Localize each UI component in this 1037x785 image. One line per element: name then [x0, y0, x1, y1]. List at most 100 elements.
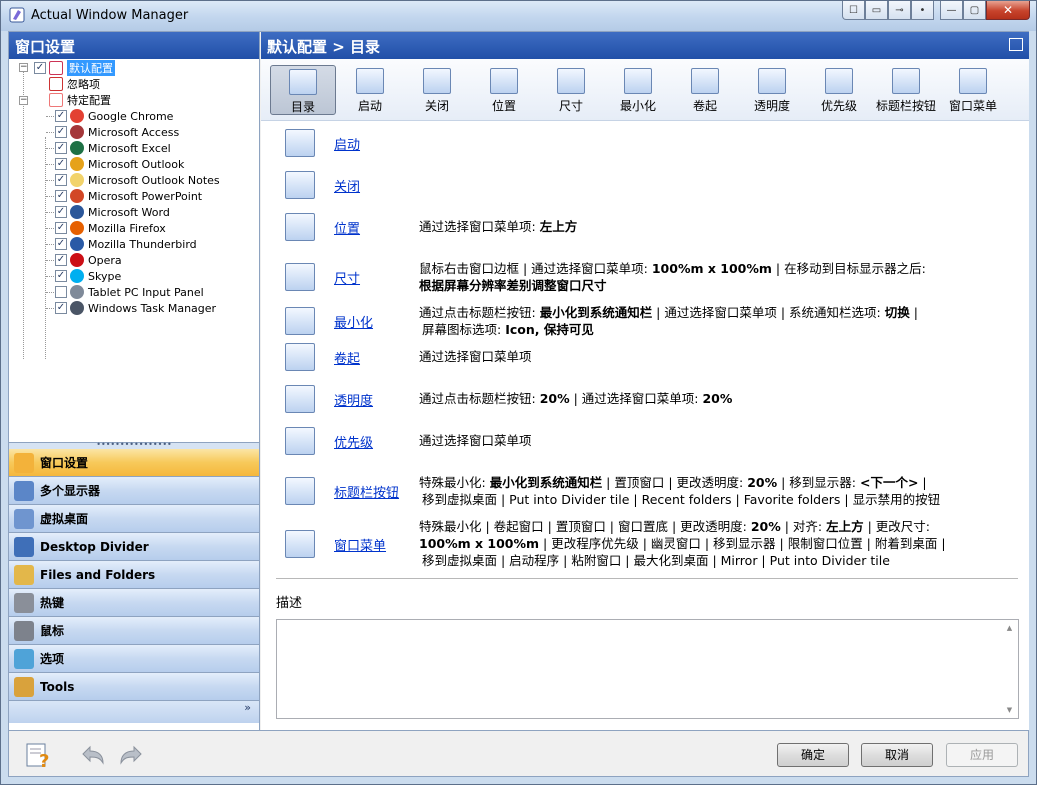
minimize-button[interactable]: — — [940, 1, 963, 20]
redo-icon[interactable] — [117, 744, 145, 766]
tree-item-app[interactable]: ✓ Mozilla Thunderbird — [46, 236, 197, 252]
app-checkbox[interactable]: ✓ — [55, 238, 67, 250]
titlebar-extra-button-1[interactable]: ☐ — [842, 1, 865, 20]
nav-item[interactable]: Desktop Divider — [9, 533, 259, 561]
tree-item-app[interactable]: ✓ Microsoft Word — [46, 204, 170, 220]
app-label: Windows Task Manager — [88, 301, 217, 315]
tree-item-app[interactable]: ✓ Microsoft Outlook — [46, 156, 184, 172]
tree-item-default[interactable]: ✓ 默认配置 — [34, 60, 115, 76]
restore-pane-icon[interactable] — [1009, 38, 1023, 51]
more-buttons-chevron[interactable]: » — [9, 701, 259, 723]
help-icon[interactable]: ? — [25, 741, 53, 769]
nav-item[interactable]: 窗口设置 — [9, 449, 259, 477]
tree-item-specific[interactable]: 特定配置 — [49, 92, 111, 108]
app-checkbox[interactable]: ✓ — [55, 206, 67, 218]
toolbar-button[interactable]: 卷起 — [672, 65, 738, 115]
tree-item-ignore[interactable]: 忽略项 — [49, 76, 100, 92]
toolbar-button[interactable]: 透明度 — [739, 65, 805, 115]
toolbar-button[interactable]: 标题栏按钮 — [873, 65, 939, 115]
close-button[interactable]: ✕ — [986, 1, 1030, 20]
scroll-down-icon[interactable]: ▼ — [1001, 706, 1018, 714]
row-link[interactable]: 位置 — [334, 218, 360, 237]
nav-item[interactable]: 热键 — [9, 589, 259, 617]
folder-icon — [14, 564, 34, 585]
row-summary: 特殊最小化: 最小化到系统通知栏 | 置顶窗口 | 更改透明度: 20% | 移… — [419, 474, 1019, 508]
app-checkbox[interactable]: ✓ — [55, 254, 67, 266]
toolbar-button[interactable]: 最小化 — [605, 65, 671, 115]
row-summary-line: 特殊最小化 | 卷起窗口 | 置顶窗口 | 窗口置底 | 更改透明度: 20% … — [419, 519, 930, 534]
undo-icon[interactable] — [79, 744, 107, 766]
tree-item-app[interactable]: ✓ Opera — [46, 252, 122, 268]
config-tree[interactable]: − ✓ 默认配置 忽略项 − 特定配置 ✓ Google Chrome ✓ Micro… — [9, 59, 259, 443]
app-checkbox[interactable] — [55, 286, 67, 298]
toolbar-button[interactable]: 位置 — [471, 65, 537, 115]
toolbar-button[interactable]: 关闭 — [404, 65, 470, 115]
nav-item-label: 热键 — [40, 596, 65, 610]
tree-item-app[interactable]: ✓ Mozilla Firefox — [46, 220, 166, 236]
divider — [276, 578, 1018, 580]
row-link[interactable]: 启动 — [334, 134, 360, 153]
app-checkbox[interactable]: ✓ — [55, 270, 67, 282]
scroll-up-icon[interactable]: ▲ — [1001, 624, 1018, 632]
app-checkbox[interactable]: ✓ — [55, 222, 67, 234]
tree-item-app[interactable]: Tablet PC Input Panel — [46, 284, 204, 300]
title-bar[interactable]: Actual Window Manager ☐ ▭ ⊸ • — ▢ ✕ — [1, 1, 1036, 31]
bottom-bar: ? 确定 取消 应用 — [9, 730, 1028, 776]
toolbar-button[interactable]: 尺寸 — [538, 65, 604, 115]
row-link[interactable]: 尺寸 — [334, 268, 360, 287]
nav-item-label: Files and Folders — [40, 567, 156, 582]
row-link[interactable]: 标题栏按钮 — [334, 482, 399, 501]
titlebar-pin-button[interactable]: ⊸ — [888, 1, 911, 20]
nav-item[interactable]: 多个显示器 — [9, 477, 259, 505]
tree-item-app[interactable]: ✓ Google Chrome — [46, 108, 174, 124]
row-link[interactable]: 透明度 — [334, 390, 373, 409]
ok-button[interactable]: 确定 — [777, 743, 849, 767]
toolbar-button[interactable]: 启动 — [337, 65, 403, 115]
nav-item[interactable]: 选项 — [9, 645, 259, 673]
toolbar-button[interactable]: 目录 — [270, 65, 336, 115]
nav-item[interactable]: 鼠标 — [9, 617, 259, 645]
nav-item[interactable]: Tools — [9, 673, 259, 701]
minimize-icon — [285, 307, 315, 335]
row-link[interactable]: 窗口菜单 — [334, 535, 386, 554]
app-checkbox[interactable]: ✓ — [55, 190, 67, 202]
left-pane: 窗口设置 − ✓ 默认配置 忽略项 − 特定配置 ✓ Google Chrome… — [9, 32, 260, 730]
description-scrollbar[interactable]: ▲ ▼ — [1001, 620, 1018, 718]
app-label: Google Chrome — [88, 109, 174, 123]
tree-item-app[interactable]: ✓ Microsoft PowerPoint — [46, 188, 202, 204]
position-icon — [285, 212, 315, 241]
tree-item-app[interactable]: ✓ Microsoft Access — [46, 124, 179, 140]
app-checkbox[interactable]: ✓ — [55, 142, 67, 154]
apply-button[interactable]: 应用 — [946, 743, 1018, 767]
tree-item-app[interactable]: ✓ Microsoft Excel — [46, 140, 171, 156]
startup-icon — [285, 128, 315, 157]
maximize-button[interactable]: ▢ — [963, 1, 986, 20]
cancel-button[interactable]: 取消 — [861, 743, 933, 767]
tree-item-app[interactable]: ✓ Skype — [46, 268, 121, 284]
tree-collapse-toggle[interactable]: − — [19, 63, 28, 72]
row-link[interactable]: 优先级 — [334, 432, 373, 451]
transparency-icon — [285, 384, 315, 413]
app-checkbox[interactable]: ✓ — [55, 126, 67, 138]
row-summary-line: 通过点击标题栏按钮: 最小化到系统通知栏 | 通过选择窗口菜单项 | 系统通知栏… — [419, 305, 918, 320]
row-link[interactable]: 卷起 — [334, 348, 360, 367]
toolbar-button[interactable]: 窗口菜单 — [940, 65, 1006, 115]
tree-item-app[interactable]: ✓ Microsoft Outlook Notes — [46, 172, 220, 188]
app-icon — [70, 109, 84, 123]
titlebar-extra-button-4[interactable]: • — [911, 1, 934, 20]
app-checkbox[interactable]: ✓ — [55, 158, 67, 170]
nav-item[interactable]: Files and Folders — [9, 561, 259, 589]
app-checkbox[interactable]: ✓ — [55, 174, 67, 186]
row-link[interactable]: 最小化 — [334, 312, 373, 331]
app-checkbox[interactable]: ✓ — [55, 302, 67, 314]
toolbar-button[interactable]: 优先级 — [806, 65, 872, 115]
row-link[interactable]: 关闭 — [334, 176, 360, 195]
titlebar-extra-button-2[interactable]: ▭ — [865, 1, 888, 20]
tree-checkbox[interactable]: ✓ — [34, 62, 46, 74]
app-checkbox[interactable]: ✓ — [55, 110, 67, 122]
tree-collapse-toggle[interactable]: − — [19, 96, 28, 105]
tree-item-app[interactable]: ✓ Windows Task Manager — [46, 300, 217, 316]
app-label: Microsoft Outlook Notes — [88, 173, 220, 187]
nav-item-label: Tools — [40, 679, 75, 694]
nav-item[interactable]: 虚拟桌面 — [9, 505, 259, 533]
